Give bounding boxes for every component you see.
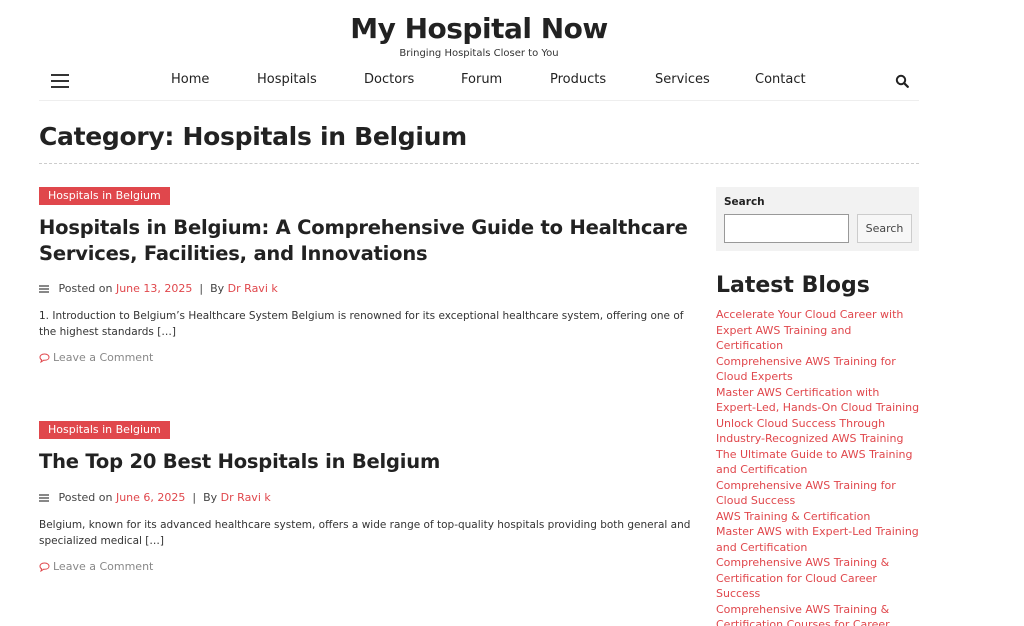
comment-icon xyxy=(39,562,50,573)
nav-item-contact[interactable]: Contact xyxy=(755,72,806,87)
leave-comment-link[interactable]: Leave a Comment xyxy=(39,560,153,573)
by-label: By xyxy=(210,282,225,295)
latest-blog-link[interactable]: Comprehensive AWS Training & Certificati… xyxy=(716,555,920,602)
post-title[interactable]: The Top 20 Best Hospitals in Belgium xyxy=(39,449,699,475)
post-date[interactable]: June 13, 2025 xyxy=(116,282,192,295)
latest-blog-link[interactable]: Comprehensive AWS Training for Cloud Exp… xyxy=(716,354,920,385)
list-lines-icon xyxy=(39,494,49,502)
nav-item-forum[interactable]: Forum xyxy=(461,72,502,87)
latest-blog-link[interactable]: Comprehensive AWS Training for Cloud Suc… xyxy=(716,478,920,509)
nav-item-home[interactable]: Home xyxy=(171,72,209,87)
latest-blog-link[interactable]: Unlock Cloud Success Through Industry-Re… xyxy=(716,416,920,447)
latest-blog-link[interactable]: Master AWS with Expert-Led Training and … xyxy=(716,524,920,555)
page-title: Category: Hospitals in Belgium xyxy=(39,122,467,151)
posted-on-label: Posted on xyxy=(58,491,113,504)
nav-item-hospitals[interactable]: Hospitals xyxy=(257,72,317,87)
search-icon[interactable] xyxy=(895,74,909,88)
leave-comment-link[interactable]: Leave a Comment xyxy=(39,351,153,364)
title-divider xyxy=(39,163,919,164)
nav-divider xyxy=(39,100,919,101)
latest-blog-link[interactable]: AWS Training & Certification xyxy=(716,509,920,525)
sidebar-search-widget: Search Search xyxy=(716,187,919,251)
main-nav: Home Hospitals Doctors Forum Products Se… xyxy=(0,72,1024,92)
site-tagline: Bringing Hospitals Closer to You xyxy=(399,48,559,59)
search-label: Search xyxy=(724,196,765,208)
list-lines-icon xyxy=(39,285,49,293)
search-button[interactable]: Search xyxy=(857,214,912,243)
site-title[interactable]: My Hospital Now xyxy=(0,12,958,45)
search-input[interactable] xyxy=(724,214,849,243)
post-meta: Posted on June 6, 2025 | By Dr Ravi k xyxy=(39,491,271,504)
latest-blog-link[interactable]: The Ultimate Guide to AWS Training and C… xyxy=(716,447,920,478)
latest-blogs-list: Accelerate Your Cloud Career with Expert… xyxy=(716,307,920,626)
leave-comment-label[interactable]: Leave a Comment xyxy=(53,351,153,364)
post-category-badge[interactable]: Hospitals in Belgium xyxy=(39,187,170,205)
leave-comment-label[interactable]: Leave a Comment xyxy=(53,560,153,573)
nav-item-services[interactable]: Services xyxy=(655,72,710,87)
post-meta: Posted on June 13, 2025 | By Dr Ravi k xyxy=(39,282,278,295)
latest-blog-link[interactable]: Master AWS Certification with Expert-Led… xyxy=(716,385,920,416)
post-excerpt: Belgium, known for its advanced healthca… xyxy=(39,519,691,547)
meta-separator: | xyxy=(195,282,207,295)
post-date[interactable]: June 6, 2025 xyxy=(116,491,185,504)
comment-icon xyxy=(39,353,50,364)
latest-blog-link[interactable]: Comprehensive AWS Training & Certificati… xyxy=(716,602,920,626)
posted-on-label: Posted on xyxy=(58,282,113,295)
latest-blog-link[interactable]: Accelerate Your Cloud Career with Expert… xyxy=(716,307,920,354)
post-excerpt: 1. Introduction to Belgium’s Healthcare … xyxy=(39,310,684,338)
post-author[interactable]: Dr Ravi k xyxy=(228,282,278,295)
post-title[interactable]: Hospitals in Belgium: A Comprehensive Gu… xyxy=(39,215,699,267)
post-category-badge[interactable]: Hospitals in Belgium xyxy=(39,421,170,439)
post-author[interactable]: Dr Ravi k xyxy=(221,491,271,504)
nav-item-doctors[interactable]: Doctors xyxy=(364,72,414,87)
meta-separator: | xyxy=(188,491,200,504)
nav-item-products[interactable]: Products xyxy=(550,72,606,87)
by-label: By xyxy=(203,491,218,504)
latest-blogs-heading: Latest Blogs xyxy=(716,273,870,298)
